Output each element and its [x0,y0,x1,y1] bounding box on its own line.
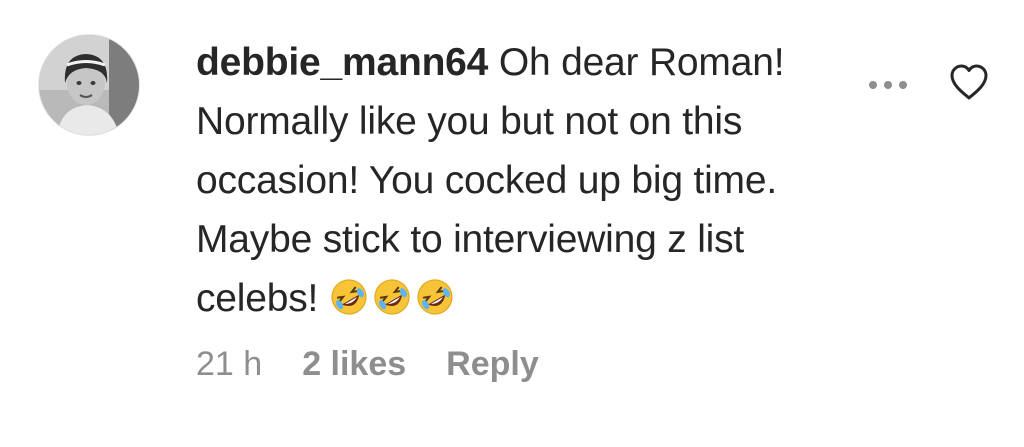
comment-username[interactable]: debbie_mann64 [196,41,488,84]
rolling-on-floor-laughing-emoji [374,279,410,315]
comment-meta: 21 h 2 likes Reply [196,342,539,386]
rolling-on-floor-laughing-emoji [331,279,367,315]
avatar[interactable] [38,34,140,136]
comment-text-line: occasion! You cocked up big time. [196,159,777,202]
avatar-photo [39,35,139,135]
comment-text-line: celebs! [196,277,319,320]
more-options-button[interactable] [858,70,918,100]
reply-button[interactable]: Reply [446,342,539,386]
comment-line-1: debbie_mann64 Oh dear Roman! [196,33,876,92]
like-button[interactable] [948,62,990,102]
comment-text-line: Oh dear Roman! [498,41,785,84]
comment-body: debbie_mann64 Oh dear Roman! Normally li… [196,33,876,328]
more-options-icon [869,81,907,89]
emoji-group [329,277,458,320]
comment-text-line: Normally like you but not on this [196,100,743,143]
comment-last-line: celebs! [196,269,876,328]
comment-text-line: Maybe stick to interviewing z list [196,218,745,261]
heart-outline-icon [950,64,988,100]
comment-timestamp[interactable]: 21 h [196,342,262,386]
likes-count-button[interactable]: 2 likes [302,342,406,386]
comment-item: debbie_mann64 Oh dear Roman! Normally li… [0,0,1024,447]
rolling-on-floor-laughing-emoji [417,279,453,315]
